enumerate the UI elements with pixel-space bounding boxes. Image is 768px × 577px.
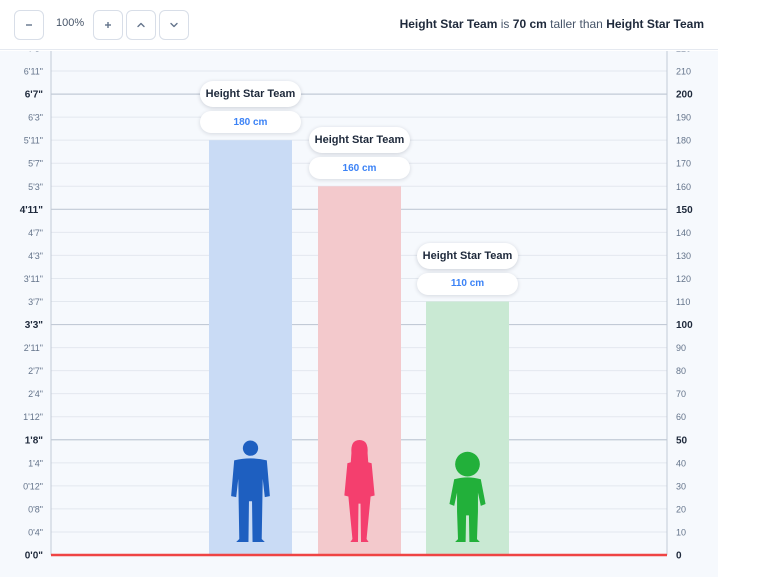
comparison-phrase: taller than bbox=[550, 17, 603, 31]
right-axis-tick-label: 210 bbox=[676, 67, 691, 77]
height-bar[interactable] bbox=[426, 301, 509, 556]
right-axis-tick-label: 40 bbox=[676, 458, 686, 468]
right-axis-tick-label: 60 bbox=[676, 412, 686, 422]
left-axis-tick-label: 4'3" bbox=[28, 251, 43, 261]
right-axis-tick-label: 220 bbox=[676, 51, 691, 54]
person-name-label[interactable]: Height Star Team bbox=[417, 242, 518, 269]
left-axis-tick-label: 1'4" bbox=[28, 458, 43, 468]
move-down-button[interactable] bbox=[159, 10, 189, 40]
left-axis-tick-label: 5'7" bbox=[28, 159, 43, 169]
right-axis-tick-label: 180 bbox=[676, 136, 691, 146]
left-axis-tick-label: 5'11" bbox=[24, 136, 43, 146]
comparison-subject-b: Height Star Team bbox=[606, 17, 704, 31]
left-axis-tick-label: 7'3" bbox=[28, 51, 43, 54]
comparison-connector: is bbox=[500, 17, 510, 31]
person-name-label[interactable]: Height Star Team bbox=[200, 81, 301, 108]
left-axis-tick-label: 1'8" bbox=[25, 435, 44, 446]
minus-icon bbox=[26, 24, 32, 26]
left-axis-tick-label: 4'7" bbox=[28, 228, 43, 238]
person-height-label[interactable]: 160 cm bbox=[309, 157, 410, 180]
right-axis-tick-label: 110 bbox=[676, 297, 690, 307]
right-axis-tick-label: 20 bbox=[676, 504, 686, 514]
comparison-difference: 70 cm bbox=[512, 17, 547, 31]
height-comparison-app: 100% Height Star Team is 70 cm taller th… bbox=[0, 0, 718, 577]
zoom-out-button[interactable] bbox=[14, 10, 44, 40]
left-axis-tick-label: 2'4" bbox=[28, 389, 43, 399]
right-axis-tick-label: 100 bbox=[676, 320, 693, 331]
left-axis-tick-label: 0'0" bbox=[25, 551, 44, 562]
left-axis-tick-label: 2'7" bbox=[28, 366, 43, 376]
right-axis-tick-label: 170 bbox=[676, 159, 691, 169]
man-head bbox=[242, 440, 259, 456]
right-axis-tick-label: 30 bbox=[676, 481, 686, 491]
person-height-label[interactable]: 110 cm bbox=[417, 272, 518, 295]
left-axis-tick-label: 0'8" bbox=[28, 504, 43, 514]
toolbar: 100% Height Star Team is 70 cm taller th… bbox=[0, 0, 718, 50]
zoom-level: 100% bbox=[56, 17, 85, 29]
right-axis-tick-label: 190 bbox=[676, 113, 691, 123]
chevron-down-icon bbox=[170, 22, 178, 28]
person-height-label[interactable]: 180 cm bbox=[200, 111, 301, 134]
right-axis-tick-label: 0 bbox=[676, 551, 682, 562]
chart-area: 0'0" 0'4" 0'8" 0'12" 1'4" 1'8" 1'12" 2'4" 2'7" 2'… bbox=[0, 51, 718, 577]
right-axis-tick-label: 120 bbox=[676, 274, 691, 284]
left-axis-tick-label: 4'11" bbox=[20, 205, 44, 216]
right-axis-tick-label: 140 bbox=[676, 228, 691, 238]
right-axis-tick-label: 10 bbox=[676, 527, 686, 537]
left-axis-tick-label: 0'12" bbox=[23, 481, 43, 491]
child-head bbox=[455, 451, 480, 477]
left-axis-tick-label: 3'3" bbox=[25, 320, 44, 331]
comparison-subject-a: Height Star Team bbox=[399, 17, 498, 31]
plus-icon bbox=[105, 22, 111, 28]
person-name-label[interactable]: Height Star Team bbox=[309, 127, 410, 154]
zoom-in-button[interactable] bbox=[93, 10, 123, 40]
chevron-up-icon bbox=[137, 22, 145, 28]
right-axis-tick-label: 200 bbox=[676, 90, 693, 101]
right-axis-tick-label: 70 bbox=[676, 389, 686, 399]
left-axis-tick-label: 6'11" bbox=[24, 67, 43, 77]
right-axis-tick-label: 150 bbox=[676, 205, 693, 216]
left-axis-tick-label: 3'11" bbox=[24, 274, 43, 284]
left-axis-tick-label: 2'11" bbox=[24, 343, 43, 353]
right-axis-tick-label: 50 bbox=[676, 435, 688, 446]
comparison-text: Height Star Team is 70 cm taller than He… bbox=[400, 17, 704, 31]
left-axis-tick-label: 3'7" bbox=[28, 297, 43, 307]
left-axis-tick-label: 6'3" bbox=[28, 113, 43, 123]
right-axis-tick-label: 90 bbox=[676, 343, 686, 353]
left-axis-tick-label: 6'7" bbox=[25, 90, 44, 101]
left-axis-tick-label: 1'12" bbox=[23, 412, 43, 422]
move-up-button[interactable] bbox=[126, 10, 156, 40]
right-axis-tick-label: 80 bbox=[676, 366, 686, 376]
right-axis-tick-label: 130 bbox=[676, 251, 691, 261]
left-axis-tick-label: 5'3" bbox=[28, 182, 43, 192]
right-axis-tick-label: 160 bbox=[676, 182, 691, 192]
left-axis-tick-label: 0'4" bbox=[28, 527, 43, 537]
